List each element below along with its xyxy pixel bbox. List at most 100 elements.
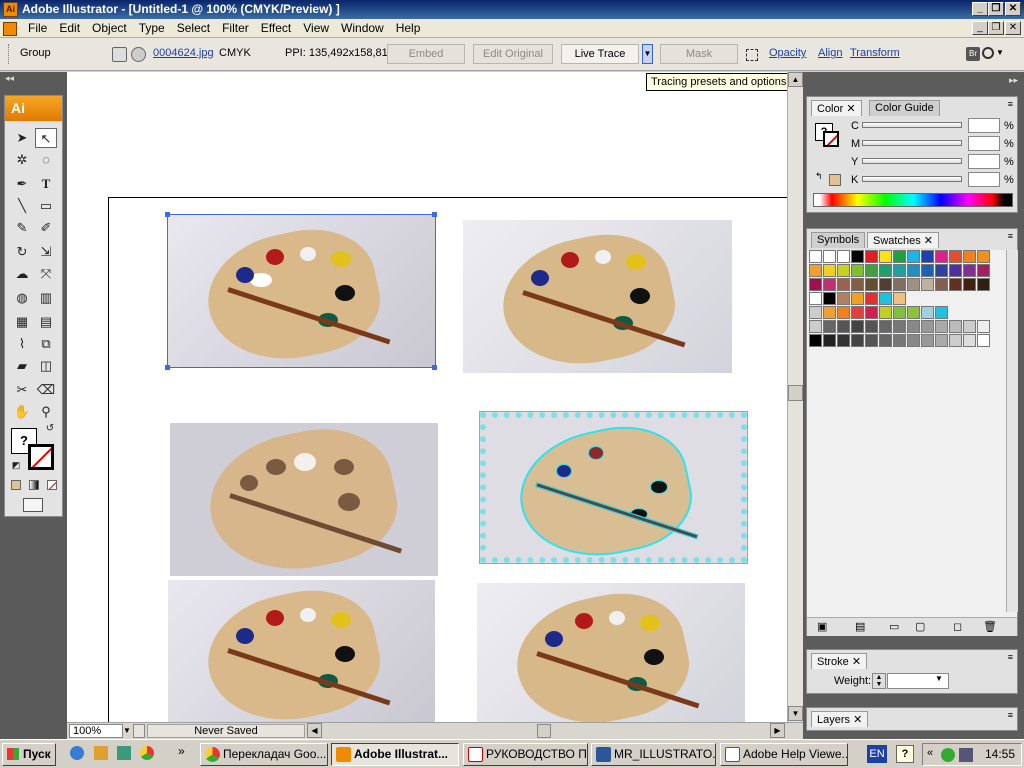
menu-select[interactable]: Select — [171, 19, 216, 37]
color-swatch[interactable] — [879, 250, 892, 263]
color-swatch[interactable] — [865, 320, 878, 333]
color-swatch[interactable] — [907, 250, 920, 263]
channel-m-slider[interactable] — [862, 140, 962, 146]
color-swatch[interactable] — [837, 278, 850, 291]
placed-image-copy-right[interactable] — [477, 583, 745, 722]
app-icon[interactable]: Ai — [3, 2, 18, 17]
color-swatch[interactable] — [851, 306, 864, 319]
selection-handle[interactable] — [165, 212, 170, 217]
menu-file[interactable]: File — [22, 19, 53, 37]
screen-mode-icon[interactable] — [23, 498, 43, 512]
live-trace-button[interactable]: Live Trace — [561, 44, 639, 64]
vertical-scroll-thumb[interactable] — [788, 385, 803, 401]
color-swatch[interactable] — [823, 292, 836, 305]
color-swatch[interactable] — [837, 320, 850, 333]
minimize-button[interactable]: _ — [972, 2, 988, 16]
color-swatch[interactable] — [921, 250, 934, 263]
color-swatch[interactable] — [907, 278, 920, 291]
color-swatch[interactable] — [893, 306, 906, 319]
placed-image-traced-simple[interactable] — [170, 423, 438, 576]
tray-app-icon[interactable] — [941, 748, 955, 762]
color-swatch[interactable] — [907, 320, 920, 333]
swatch-libraries-icon[interactable]: ▣ — [817, 620, 827, 633]
color-swatch[interactable] — [977, 320, 990, 333]
color-swatch[interactable] — [809, 334, 822, 347]
color-swatch[interactable] — [977, 278, 990, 291]
warp-tool-icon[interactable]: ☁ — [11, 264, 33, 284]
color-swatch[interactable] — [879, 320, 892, 333]
color-swatch[interactable] — [949, 278, 962, 291]
start-button[interactable]: Пуск — [2, 743, 56, 766]
panel-menu-icon[interactable]: ≡ — [1008, 231, 1013, 241]
color-swatch[interactable] — [865, 264, 878, 277]
menu-filter[interactable]: Filter — [216, 19, 255, 37]
task-word-doc[interactable]: MR_ILLUSTRATO... — [591, 743, 716, 766]
swatch-options-icon[interactable]: ▭ — [889, 620, 899, 633]
color-swatch[interactable] — [977, 334, 990, 347]
menu-object[interactable]: Object — [86, 19, 133, 37]
swap-fill-stroke-icon[interactable]: ↺ — [43, 422, 57, 436]
new-color-group-icon[interactable]: ▢ — [915, 620, 925, 633]
selection-handle[interactable] — [165, 365, 170, 370]
color-swatch[interactable] — [893, 334, 906, 347]
color-swatch[interactable] — [893, 264, 906, 277]
paintbrush-tool-icon[interactable]: ✎ — [11, 218, 33, 238]
color-swatch[interactable] — [851, 278, 864, 291]
channel-k-input[interactable] — [968, 172, 1000, 187]
color-swatch[interactable] — [879, 306, 892, 319]
color-swatch[interactable] — [893, 292, 906, 305]
swatches-scrollbar[interactable] — [1006, 250, 1018, 612]
tracing-presets-dropdown[interactable]: ▼ — [642, 44, 653, 64]
tab-swatches[interactable]: Swatches ✕ — [867, 232, 939, 248]
bridge-icon[interactable]: Br — [966, 47, 980, 61]
align-link[interactable]: Align — [818, 47, 842, 59]
color-swatch[interactable] — [921, 306, 934, 319]
channel-k-slider[interactable] — [862, 176, 962, 182]
channel-y-slider[interactable] — [862, 158, 962, 164]
doc-minimize-button[interactable]: _ — [972, 21, 988, 35]
symbol-sprayer-tool-icon[interactable]: ◍ — [11, 288, 33, 308]
eyedropper-tool-icon[interactable]: ⌇ — [11, 334, 33, 354]
quicklaunch-ie-icon[interactable] — [70, 746, 84, 760]
selection-bounding-box[interactable] — [167, 214, 436, 368]
color-swatch[interactable] — [921, 278, 934, 291]
scroll-up-button[interactable]: ▲ — [788, 72, 803, 87]
color-swatch[interactable] — [893, 250, 906, 263]
crop-icon[interactable] — [746, 49, 758, 61]
eraser-tool-icon[interactable]: ⌫ — [35, 380, 57, 400]
scroll-down-button[interactable]: ▼ — [788, 706, 803, 721]
task-translator[interactable]: Переклaдач Goo... — [200, 743, 328, 766]
zoom-dropdown-icon[interactable]: ▼ — [123, 724, 131, 738]
delete-swatch-icon[interactable]: 🗑 — [983, 620, 997, 633]
live-paint-bucket-tool-icon[interactable]: ▰ — [11, 356, 33, 376]
color-swatch[interactable] — [907, 264, 920, 277]
control-bar-menu-icon[interactable]: ▼ — [996, 48, 1004, 57]
task-pdf-guide[interactable]: РУКОВОДСТВО П... — [463, 743, 588, 766]
color-swatch[interactable] — [949, 334, 962, 347]
pencil-tool-icon[interactable]: ✐ — [35, 218, 57, 238]
color-swatch[interactable] — [963, 250, 976, 263]
color-swatch[interactable] — [935, 334, 948, 347]
menu-type[interactable]: Type — [133, 19, 171, 37]
restore-button[interactable]: ❐ — [988, 2, 1004, 16]
embed-button[interactable]: Embed — [387, 44, 465, 64]
weight-dropdown-icon[interactable]: ▼ — [935, 674, 943, 683]
color-swatch[interactable] — [879, 278, 892, 291]
doc-close-button[interactable]: ✕ — [1005, 21, 1021, 35]
task-illustrator[interactable]: Adobe Illustrat... — [331, 743, 459, 766]
color-swatch[interactable] — [809, 264, 822, 277]
color-swatch[interactable] — [837, 264, 850, 277]
color-swatch[interactable] — [865, 292, 878, 305]
color-swatch[interactable] — [935, 320, 948, 333]
scroll-right-button[interactable]: ▶ — [770, 723, 785, 738]
color-swatch[interactable] — [809, 278, 822, 291]
column-graph-tool-icon[interactable]: ▥ — [35, 288, 57, 308]
color-swatch[interactable] — [823, 264, 836, 277]
rectangle-tool-icon[interactable]: ▭ — [35, 196, 57, 216]
gradient-tool-icon[interactable]: ▤ — [35, 312, 57, 332]
quicklaunch-folder-icon[interactable] — [94, 746, 108, 760]
color-swatch[interactable] — [823, 306, 836, 319]
color-swatch[interactable] — [865, 250, 878, 263]
color-swatch[interactable] — [949, 250, 962, 263]
vertical-scrollbar[interactable]: ▲ ▼ — [787, 72, 803, 722]
